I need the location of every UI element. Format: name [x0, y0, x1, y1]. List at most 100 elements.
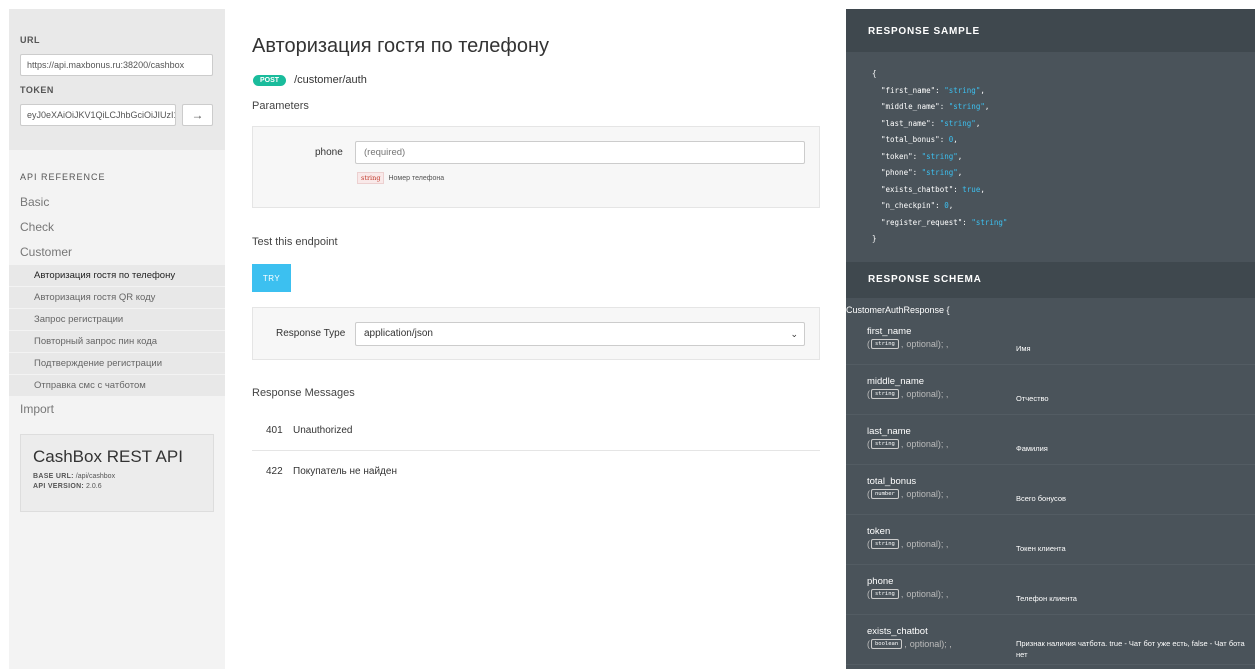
field-name: token	[867, 526, 891, 537]
field-description: Токен клиента	[1016, 544, 1066, 553]
try-button[interactable]: TRY	[252, 264, 291, 292]
response-text: Unauthorized	[293, 424, 353, 436]
field-type-tag: string	[871, 589, 899, 599]
field-description: Фамилия	[1016, 444, 1048, 453]
phone-input[interactable]	[355, 141, 805, 164]
response-code: 422	[266, 466, 283, 477]
field-type-tag: number	[871, 489, 899, 499]
customer-submenu: Авторизация гостя по телефону Авторизаци…	[9, 265, 225, 397]
api-version-value: 2.0.6	[86, 483, 102, 490]
code-key: "phone":	[881, 168, 922, 177]
sidebar: URL https://api.maxbonus.ru:38200/cashbo…	[9, 9, 225, 669]
nav-item-registration-request[interactable]: Запрос регистрации	[9, 309, 225, 331]
field-description: Отчество	[1016, 394, 1049, 403]
code-line: "n_checkpin": 0,	[881, 201, 954, 210]
base-url-label: BASE URL:	[33, 473, 74, 480]
code-key: "exists_chatbot":	[881, 184, 963, 194]
endpoint-line: POST /customer/auth	[252, 74, 820, 86]
field-name: last_name	[867, 426, 911, 437]
nav-group-customer[interactable]: Customer	[9, 240, 225, 265]
schema-field: phone (string, optional); , Телефон клиент…	[846, 565, 1255, 615]
url-input[interactable]: https://api.maxbonus.ru:38200/cashbox	[20, 54, 213, 76]
schema-field: first_name (string, optional); , Имя	[846, 315, 1255, 365]
field-optional: optional);	[906, 589, 944, 599]
code-line: "phone": "string",	[881, 168, 963, 177]
nav-item-registration-confirm[interactable]: Подтверждение регистрации	[9, 353, 225, 375]
code-brace-close: }	[872, 234, 877, 243]
nav-item-auth-qr[interactable]: Авторизация гостя QR коду	[9, 287, 225, 309]
code-value: "string"	[939, 118, 976, 128]
auth-box: URL https://api.maxbonus.ru:38200/cashbo…	[9, 9, 225, 150]
code-key: "total_bonus":	[881, 135, 949, 144]
field-type: (string, optional); ,	[867, 339, 949, 349]
token-row: eyJ0eXAiOiJKV1QiLCJhbGciOiJIUzI1NiJ9 →	[20, 104, 213, 126]
token-submit-button[interactable]: →	[182, 104, 213, 126]
code-key: "last_name":	[881, 118, 940, 128]
code-line: "total_bonus": 0,	[881, 135, 958, 144]
field-optional: optional);	[909, 639, 947, 649]
field-description: Телефон клиента	[1016, 594, 1077, 603]
field-optional: optional);	[906, 339, 944, 349]
method-badge: POST	[253, 74, 287, 86]
test-endpoint-title: Test this endpoint	[252, 236, 338, 248]
schema-name: CustomerAuthResponse {	[846, 305, 950, 315]
nav-group-check[interactable]: Check	[9, 215, 225, 240]
code-value: "string"	[921, 151, 958, 161]
code-key: "first_name":	[881, 85, 945, 95]
api-meta: BASE URL: /api/cashbox API VERSION: 2.0.…	[33, 472, 201, 492]
field-name: first_name	[867, 326, 912, 337]
parameters-box: phone string Номер телефона	[252, 126, 820, 208]
code-value: "string"	[921, 168, 958, 177]
nav-group-basic[interactable]: Basic	[9, 190, 225, 215]
field-type: (string, optional); ,	[867, 539, 949, 549]
response-type-box: Response Type application/json ⌄	[252, 307, 820, 360]
nav-group-import[interactable]: Import	[9, 397, 225, 422]
response-type-select[interactable]: application/json ⌄	[355, 322, 805, 346]
code-line: "token": "string",	[881, 151, 963, 161]
field-type-tag: string	[871, 339, 899, 349]
nav-item-sms-chatbot[interactable]: Отправка смс с чатботом	[9, 375, 225, 397]
code-value: 0	[944, 201, 949, 210]
code-key: "register_request":	[881, 217, 972, 227]
response-message-row: 401 Unauthorized	[252, 410, 820, 451]
api-info-card: CashBox REST API BASE URL: /api/cashbox …	[20, 434, 214, 512]
schema-fields: first_name (string, optional); , Имя middle…	[846, 315, 1255, 665]
code-key: "middle_name":	[881, 102, 949, 111]
field-name: phone	[867, 576, 894, 587]
endpoint-path: /customer/auth	[294, 74, 367, 86]
nav-item-auth-phone[interactable]: Авторизация гостя по телефону	[9, 265, 225, 287]
schema-field: exists_chatbot (boolean, optional); , Приз…	[846, 615, 1255, 665]
response-message-row: 422 Покупатель не найден	[252, 451, 820, 492]
schema-field: middle_name (string, optional); , Отчество	[846, 365, 1255, 415]
base-url-value: /api/cashbox	[75, 473, 116, 480]
field-name: exists_chatbot	[867, 626, 928, 637]
url-label: URL	[20, 35, 40, 45]
code-line: "exists_chatbot": true,	[881, 184, 985, 194]
code-value: "string"	[948, 102, 985, 111]
field-description: Признак наличия чатбота. true - Чат бот …	[1016, 639, 1245, 659]
response-type-value: application/json	[364, 328, 433, 339]
field-description: Всего бонусов	[1016, 494, 1067, 503]
schema-field: token (string, optional); , Токен клиента	[846, 515, 1255, 565]
response-sample-header: RESPONSE SAMPLE	[846, 9, 1255, 52]
token-input[interactable]: eyJ0eXAiOiJKV1QiLCJhbGciOiJIUzI1NiJ9	[20, 104, 176, 126]
field-type-tag: string	[871, 539, 899, 549]
param-type-tag: string	[357, 172, 385, 184]
field-optional: optional);	[906, 389, 944, 399]
response-sample-code: {"first_name": "string", "middle_name": "…	[846, 52, 1255, 262]
response-schema-header: RESPONSE SCHEMA	[846, 262, 1255, 298]
field-type-tag: string	[871, 439, 899, 449]
response-code: 401	[266, 424, 283, 436]
nav-item-pin-resend[interactable]: Повторный запрос пин кода	[9, 331, 225, 353]
code-line: "first_name": "string",	[881, 85, 985, 95]
field-optional: optional);	[906, 489, 944, 499]
token-label: TOKEN	[20, 85, 54, 95]
param-description: Номер телефона	[388, 174, 445, 182]
code-value: "string"	[944, 85, 981, 95]
field-type: (number, optional); ,	[867, 489, 949, 499]
code-value: "string"	[971, 217, 1008, 227]
field-name: middle_name	[867, 376, 925, 387]
param-name-phone: phone	[315, 147, 343, 158]
page-title: Авторизация гостя по телефону	[252, 35, 550, 57]
code-key: "n_checkpin":	[881, 201, 945, 210]
